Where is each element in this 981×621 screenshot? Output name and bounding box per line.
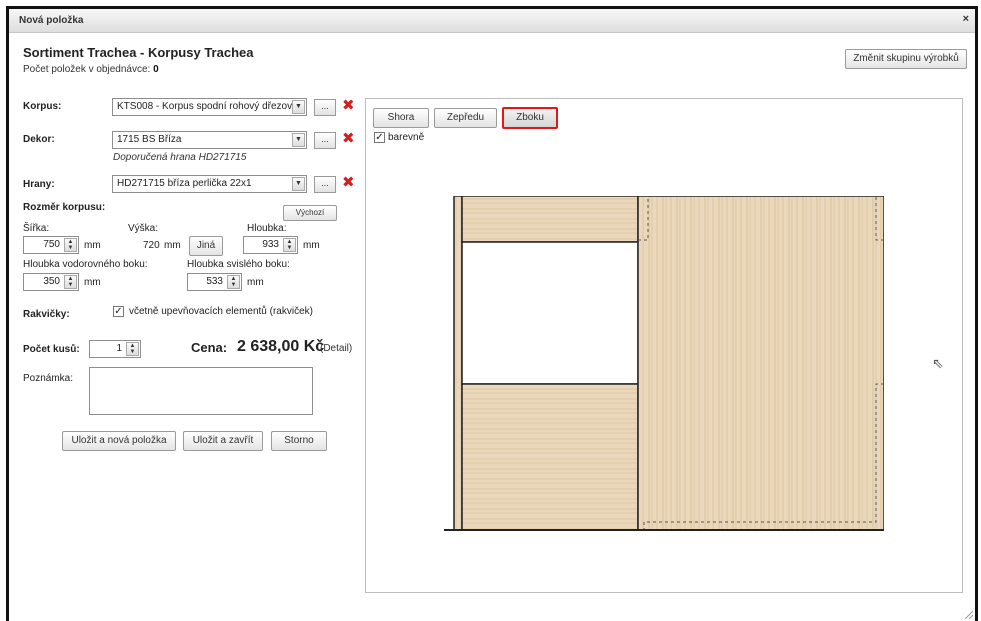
spinner-arrows-icon[interactable]: ▲ ▼ bbox=[227, 275, 240, 289]
width-label: Šířka: bbox=[23, 223, 50, 234]
close-icon[interactable]: × bbox=[963, 13, 969, 25]
change-group-button[interactable]: Změnit skupinu výrobků bbox=[845, 49, 967, 69]
vertical-side-depth-value: 533 bbox=[206, 276, 223, 287]
other-height-button[interactable]: Jiná bbox=[189, 236, 223, 256]
spinner-arrows-icon[interactable]: ▲ ▼ bbox=[64, 275, 77, 289]
width-value: 750 bbox=[43, 239, 60, 250]
save-and-close-button[interactable]: Uložit a zavřít bbox=[183, 431, 263, 451]
hrany-value: HD271715 bříza perlička 22x1 bbox=[117, 178, 252, 189]
rakvicky-label: Rakvičky: bbox=[23, 309, 70, 320]
dimensions-title: Rozměr korpusu: bbox=[23, 202, 106, 213]
spinner-arrows-icon[interactable]: ▲ ▼ bbox=[64, 238, 77, 252]
horizontal-side-depth-input[interactable]: 350 ▲ ▼ bbox=[23, 273, 79, 291]
order-count: Počet položek v objednávce: 0 bbox=[23, 64, 159, 75]
quantity-stepper[interactable]: 1 ▲ ▼ bbox=[89, 340, 141, 358]
hrany-select[interactable]: HD271715 bříza perlička 22x1 ▼ bbox=[112, 175, 307, 193]
korpus-label: Korpus: bbox=[23, 101, 62, 112]
korpus-browse-button[interactable]: ... bbox=[314, 99, 336, 116]
default-dimensions-button[interactable]: Výchozí bbox=[283, 205, 337, 221]
colored-checkbox[interactable]: ✓ bbox=[374, 132, 385, 143]
hrany-browse-button[interactable]: ... bbox=[314, 176, 336, 193]
vertical-side-depth-label: Hloubka svislého boku: bbox=[187, 259, 290, 270]
height-unit: mm bbox=[164, 240, 181, 251]
hrany-clear-icon[interactable]: ✖ bbox=[342, 175, 355, 191]
korpus-value: KTS008 - Korpus spodní rohový dřezový bbox=[117, 101, 298, 112]
width-input[interactable]: 750 ▲ ▼ bbox=[23, 236, 79, 254]
preview-panel: Shora Zepředu Zboku ✓ barevně ⇖ bbox=[365, 98, 963, 593]
dialog-title: Nová položka bbox=[19, 15, 84, 26]
vertical-side-panel bbox=[637, 196, 884, 531]
view-top-button[interactable]: Shora bbox=[373, 108, 429, 128]
cancel-button[interactable]: Storno bbox=[271, 431, 327, 451]
dekor-label: Dekor: bbox=[23, 134, 55, 145]
quantity-value: 1 bbox=[116, 343, 122, 354]
view-side-button[interactable]: Zboku bbox=[502, 107, 558, 129]
korpus-select[interactable]: KTS008 - Korpus spodní rohový dřezový ▼ bbox=[112, 98, 307, 116]
height-value: 720 bbox=[143, 240, 160, 251]
width-unit: mm bbox=[84, 240, 101, 251]
price-value: 2 638,00 Kč bbox=[237, 338, 325, 355]
chevron-down-icon[interactable]: ▼ bbox=[292, 133, 305, 147]
horizontal-side-depth-label: Hloubka vodorovného boku: bbox=[23, 259, 148, 270]
horizontal-side-depth-unit: mm bbox=[84, 277, 101, 288]
depth-label: Hloubka: bbox=[247, 223, 287, 234]
colored-checkbox-label: barevně bbox=[388, 132, 425, 143]
side-panel-edge bbox=[453, 196, 463, 531]
vertical-side-depth-unit: mm bbox=[247, 277, 264, 288]
vertical-side-depth-input[interactable]: 533 ▲ ▼ bbox=[187, 273, 242, 291]
rakvicky-checkbox-label: včetně upevňovacích elementů (rakviček) bbox=[129, 306, 313, 317]
order-count-label: Počet položek v objednávce: bbox=[23, 64, 151, 75]
mouse-pointer-icon: ⇖ bbox=[932, 355, 944, 371]
height-label: Výška: bbox=[128, 223, 159, 234]
recommended-edge-note: Doporučená hrana HD271715 bbox=[113, 152, 247, 163]
save-and-new-button[interactable]: Uložit a nová položka bbox=[62, 431, 176, 451]
spinner-arrows-icon[interactable]: ▲ ▼ bbox=[283, 238, 296, 252]
top-shelf bbox=[461, 196, 639, 243]
chevron-down-icon[interactable]: ▼ bbox=[292, 100, 305, 114]
korpus-clear-icon[interactable]: ✖ bbox=[342, 98, 355, 114]
dekor-clear-icon[interactable]: ✖ bbox=[342, 131, 355, 147]
resize-grip-icon[interactable] bbox=[963, 609, 973, 619]
dekor-value: 1715 BS Bříza bbox=[117, 134, 182, 145]
chevron-down-icon[interactable]: ▼ bbox=[292, 177, 305, 191]
bottom-panel bbox=[461, 383, 639, 531]
price-detail-link[interactable]: (Detail) bbox=[320, 343, 352, 354]
quantity-label: Počet kusů: bbox=[23, 344, 80, 355]
order-count-value: 0 bbox=[153, 64, 159, 75]
page-title: Sortiment Trachea - Korpusy Trachea bbox=[23, 45, 254, 60]
open-compartment bbox=[461, 241, 639, 385]
dialog-titlebar: Nová položka × bbox=[9, 9, 975, 33]
note-textarea[interactable] bbox=[89, 367, 313, 415]
depth-input[interactable]: 933 ▲ ▼ bbox=[243, 236, 298, 254]
depth-value: 933 bbox=[262, 239, 279, 250]
rakvicky-checkbox[interactable]: ✓ bbox=[113, 306, 124, 317]
cabinet-side-view-drawing bbox=[444, 196, 884, 531]
hrany-label: Hrany: bbox=[23, 179, 55, 190]
price-label: Cena: bbox=[191, 340, 228, 355]
spinner-arrows-icon[interactable]: ▲ ▼ bbox=[126, 342, 139, 356]
view-front-button[interactable]: Zepředu bbox=[434, 108, 497, 128]
note-label: Poznámka: bbox=[23, 373, 74, 384]
depth-unit: mm bbox=[303, 240, 320, 251]
dialog-window: Nová položka × Sortiment Trachea - Korpu… bbox=[6, 6, 978, 621]
dekor-browse-button[interactable]: ... bbox=[314, 132, 336, 149]
horizontal-side-depth-value: 350 bbox=[43, 276, 60, 287]
dekor-select[interactable]: 1715 BS Bříza ▼ bbox=[112, 131, 307, 149]
